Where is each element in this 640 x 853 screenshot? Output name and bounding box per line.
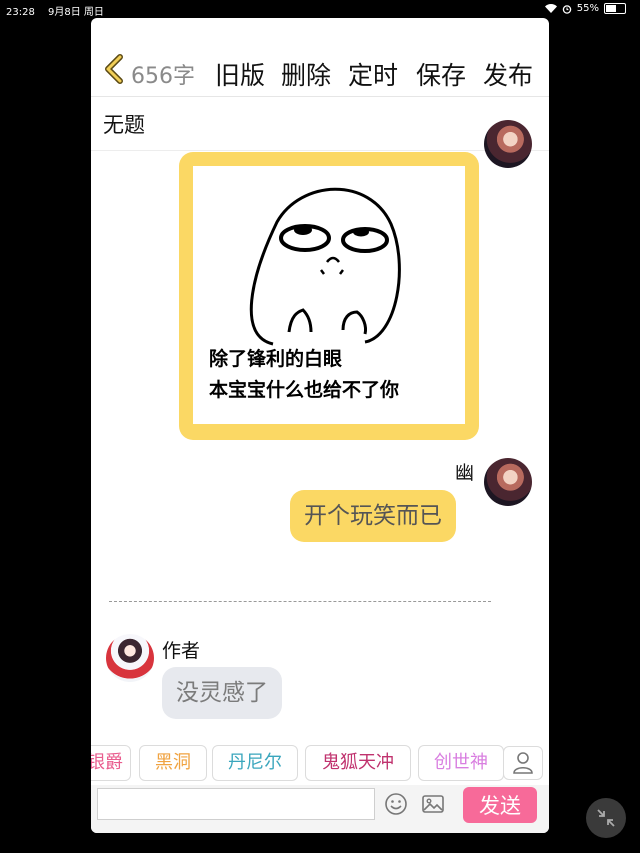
alarm-icon [562, 4, 572, 14]
collapse-arrows-icon [597, 809, 615, 827]
top-bar: 656字 旧版 删除 定时 保存 发布 [91, 18, 549, 97]
character-select-button[interactable] [503, 746, 543, 780]
meme-caption-line2: 本宝宝什么也给不了你 [209, 379, 400, 401]
character-tag[interactable]: 丹尼尔 [212, 745, 298, 781]
sender-name: 幽 [455, 462, 475, 484]
send-button[interactable]: 发送 [463, 787, 537, 823]
meme-image: 除了锋利的白眼 本宝宝什么也给不了你 [193, 166, 465, 424]
meme-caption-line1: 除了锋利的白眼 [209, 348, 343, 370]
character-tags: 银爵 黑洞 丹尼尔 鬼狐天冲 创世神 [91, 743, 549, 785]
character-tag[interactable]: 鬼狐天冲 [305, 745, 411, 781]
character-tag[interactable]: 黑洞 [139, 745, 207, 781]
editor-panel: 656字 旧版 删除 定时 保存 发布 无题 除了锋利的白眼 本宝宝什么也给不了 [91, 18, 549, 833]
delete-button[interactable]: 删除 [281, 56, 331, 92]
avatar[interactable] [484, 120, 532, 168]
status-time: 23:28 [6, 7, 35, 18]
emoji-icon[interactable] [383, 791, 409, 817]
message-input-bar: 发送 [91, 785, 549, 833]
person-icon [513, 752, 533, 774]
avatar[interactable] [106, 634, 154, 682]
wifi-icon [544, 4, 557, 13]
avatar[interactable] [484, 458, 532, 506]
title-field[interactable]: 无题 [91, 97, 549, 151]
divider [109, 601, 491, 602]
battery-percent: 55% [576, 3, 599, 14]
message-bubble-left[interactable]: 没灵感了 [162, 667, 282, 719]
back-chevron-icon[interactable] [103, 54, 125, 84]
image-icon[interactable] [420, 791, 446, 817]
save-button[interactable]: 保存 [416, 56, 466, 92]
char-count: 656字 [131, 64, 195, 89]
character-tag[interactable]: 创世神 [418, 745, 504, 781]
schedule-button[interactable]: 定时 [348, 56, 398, 92]
message-input[interactable] [97, 788, 375, 820]
character-tag[interactable]: 银爵 [91, 745, 131, 781]
minimize-floating-button[interactable] [586, 798, 626, 838]
status-bar: 23:28 9月8日 周日 55% [0, 0, 640, 18]
publish-button[interactable]: 发布 [483, 56, 533, 92]
message-bubble-right[interactable]: 开个玩笑而已 [290, 490, 456, 542]
battery-icon [604, 3, 626, 14]
meme-image-message[interactable]: 除了锋利的白眼 本宝宝什么也给不了你 [179, 152, 479, 440]
sender-name: 作者 [162, 640, 201, 662]
old-version-button[interactable]: 旧版 [215, 56, 265, 92]
status-date: 9月8日 周日 [48, 7, 104, 18]
story-title: 无题 [103, 113, 145, 137]
